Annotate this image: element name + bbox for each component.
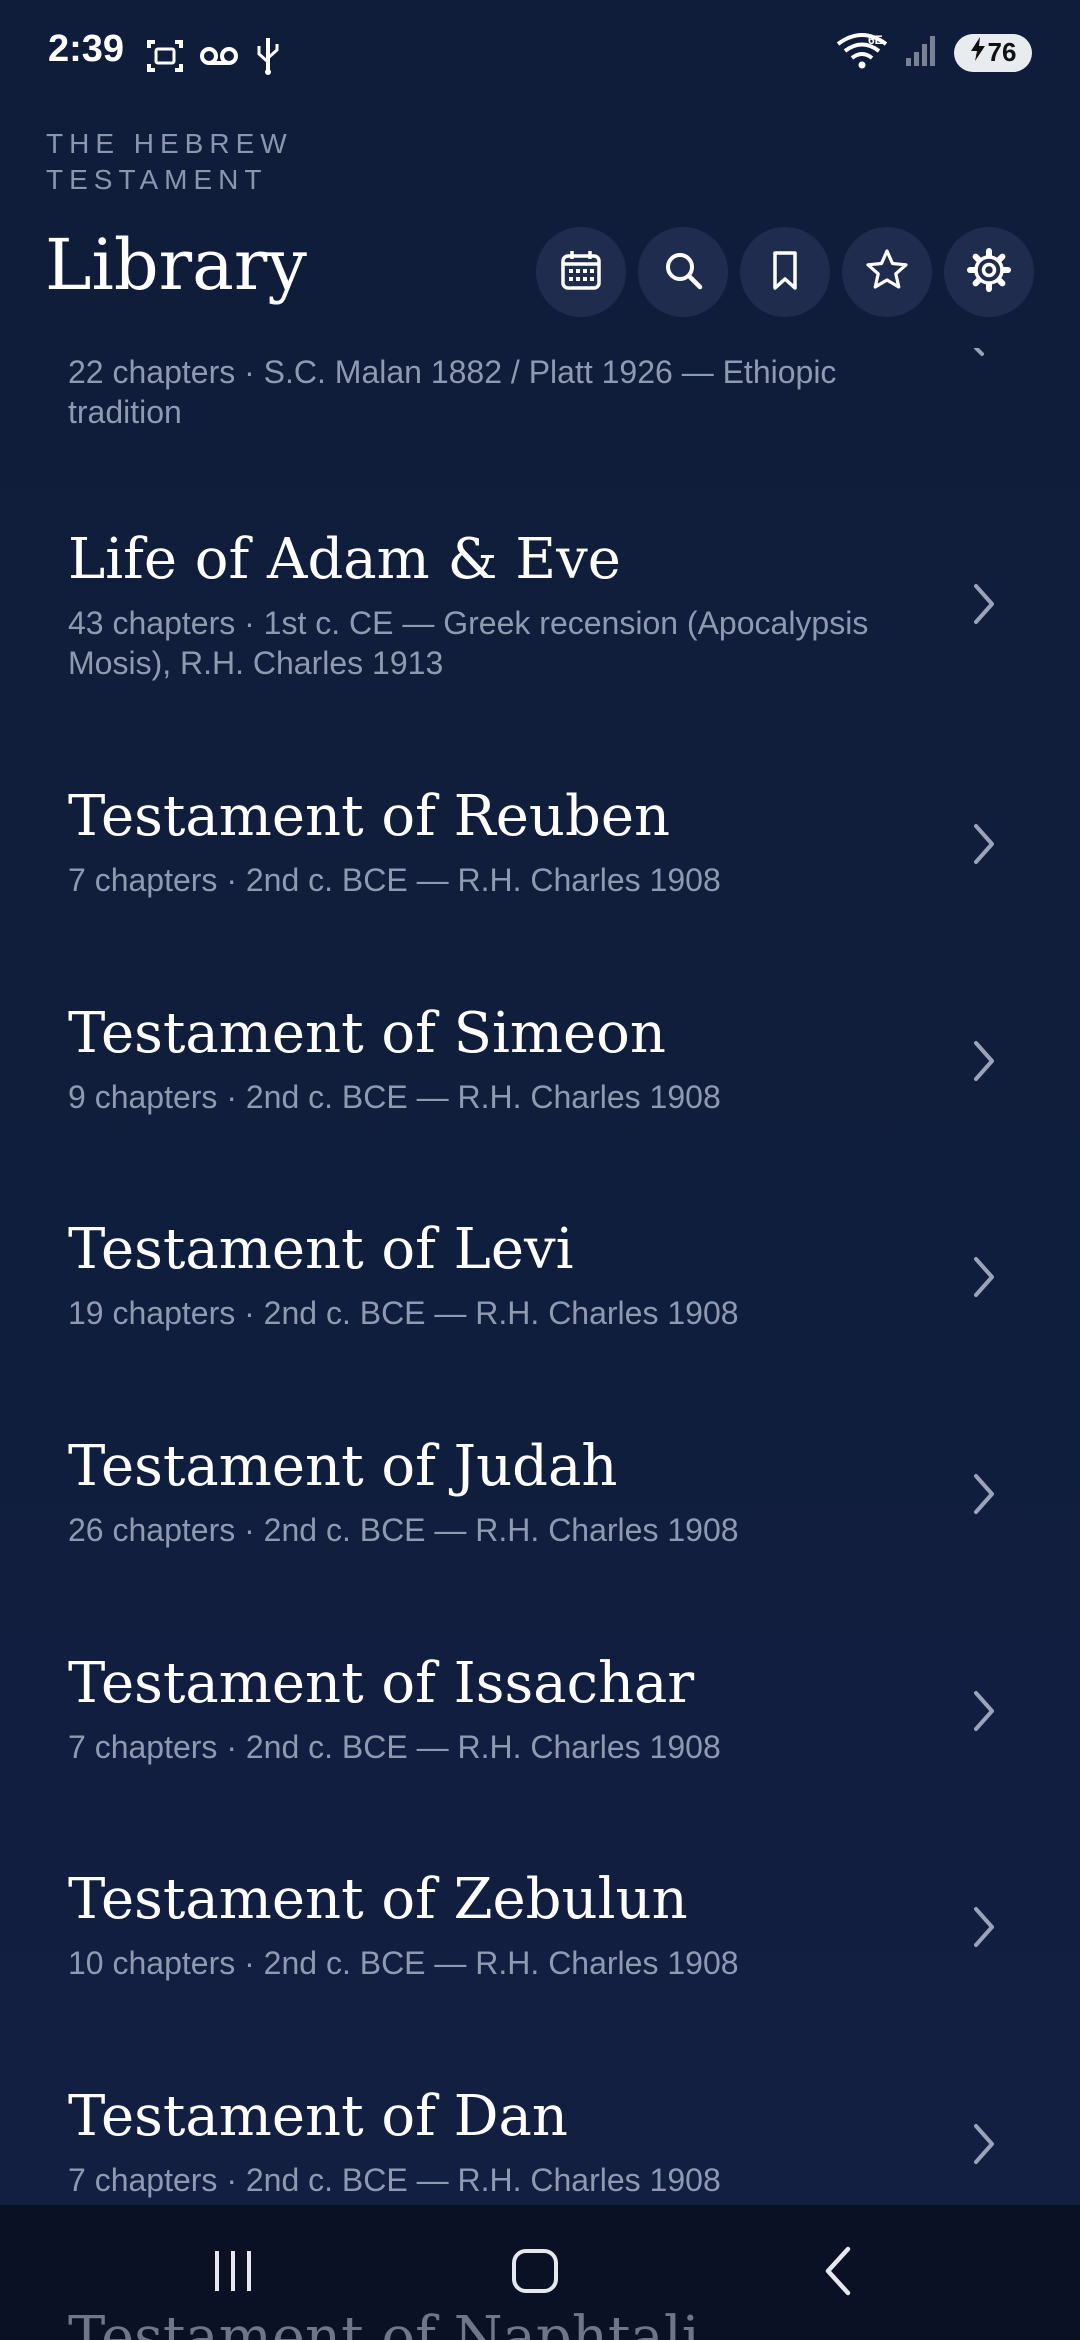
chevron-right-icon [970,1255,998,1304]
item-title: Testament of Dan [68,2084,568,2149]
wifi-icon: 6E [834,30,890,75]
settings-button[interactable] [944,227,1034,317]
status-time: 2:39 [48,28,125,70]
gear-icon [966,247,1012,298]
item-title: Testament of Reuben [68,784,671,849]
status-right: 6E 76 [834,30,1032,75]
navigation-bar: Testament of Naphtali [0,2205,1080,2340]
calendar-icon [559,248,603,297]
list-item-partial[interactable]: 22 chapters · S.C. Malan 1882 / Platt 19… [68,352,928,432]
home-icon [508,2249,564,2303]
item-subtitle: 19 chapters · 2nd c. BCE — R.H. Charles … [68,1295,739,1331]
battery-indicator: 76 [954,33,1032,72]
item-title: Life of Adam & Eve [68,527,621,592]
screenshot-icon [145,38,185,79]
charging-icon [970,37,986,68]
chevron-right-icon [970,1905,998,1954]
item-subtitle: 43 chapters · 1st c. CE — Greek recensio… [68,605,869,681]
battery-level: 76 [987,37,1017,67]
star-icon [864,247,910,298]
status-bar: 2:39 6E 76 [0,0,1080,110]
chevron-right-icon [970,1689,998,1738]
search-button[interactable] [638,227,728,317]
list-item-testament-of-levi[interactable]: Testament of Levi 19 chapters · 2nd c. B… [0,1215,1080,1415]
item-title: Testament of Judah [68,1434,618,1499]
list-item-testament-of-issachar[interactable]: Testament of Issachar 7 chapters · 2nd c… [0,1649,1080,1849]
item-title: Testament of Issachar [68,1651,695,1716]
back-button[interactable] [812,2243,868,2304]
chevron-right-icon [970,582,998,631]
back-icon [812,2246,868,2303]
network-label: 6E [868,33,883,47]
chevron-right-icon [970,822,998,871]
calendar-button[interactable] [536,227,626,317]
list-item-life-of-adam-eve[interactable]: Life of Adam & Eve 43 chapters · 1st c. … [0,525,1080,765]
status-left-icons [145,36,283,81]
list-item-testament-of-judah[interactable]: Testament of Judah 26 chapters · 2nd c. … [0,1432,1080,1632]
search-icon [661,248,705,297]
item-title: Testament of Zebulun [68,1867,688,1932]
list-item-testament-of-dan[interactable]: Testament of Dan 7 chapters · 2nd c. BCE… [0,2082,1080,2205]
chevron-right-icon [970,2122,998,2171]
library-list[interactable]: 22 chapters · S.C. Malan 1882 / Platt 19… [0,330,1080,2205]
chevron-right-icon [970,1039,998,1088]
recent-apps-button[interactable] [205,2243,261,2304]
chevron-right-icon [970,1472,998,1521]
item-subtitle: 26 chapters · 2nd c. BCE — R.H. Charles … [68,1512,739,1548]
item-subtitle: 7 chapters · 2nd c. BCE — R.H. Charles 1… [68,1729,721,1765]
bookmark-button[interactable] [740,227,830,317]
bookmark-icon [763,248,807,297]
usb-icon [253,36,283,81]
favorites-button[interactable] [842,227,932,317]
toolbar [536,227,1034,317]
list-item-testament-of-zebulun[interactable]: Testament of Zebulun 10 chapters · 2nd c… [0,1865,1080,2065]
chevron-right-icon [968,346,992,367]
page-title: Library [45,224,307,306]
recent-apps-icon [205,2251,261,2303]
list-item-peek-title[interactable]: Testament of Naphtali [68,2305,700,2340]
item-subtitle: 7 chapters · 2nd c. BCE — R.H. Charles 1… [68,862,721,898]
item-subtitle: 9 chapters · 2nd c. BCE — R.H. Charles 1… [68,1079,721,1115]
app-eyebrow: THE HEBREW TESTAMENT [46,128,293,195]
item-subtitle: 22 chapters · S.C. Malan 1882 / Platt 19… [68,354,837,430]
item-title: Testament of Simeon [68,1001,666,1066]
voicemail-icon [199,38,239,79]
list-item-testament-of-simeon[interactable]: Testament of Simeon 9 chapters · 2nd c. … [0,999,1080,1199]
item-title: Testament of Levi [68,1217,574,1282]
item-subtitle: 10 chapters · 2nd c. BCE — R.H. Charles … [68,1945,739,1981]
signal-icon [904,32,940,73]
list-item-testament-of-reuben[interactable]: Testament of Reuben 7 chapters · 2nd c. … [0,782,1080,982]
item-subtitle: 7 chapters · 2nd c. BCE — R.H. Charles 1… [68,2162,721,2198]
home-button[interactable] [508,2243,564,2304]
